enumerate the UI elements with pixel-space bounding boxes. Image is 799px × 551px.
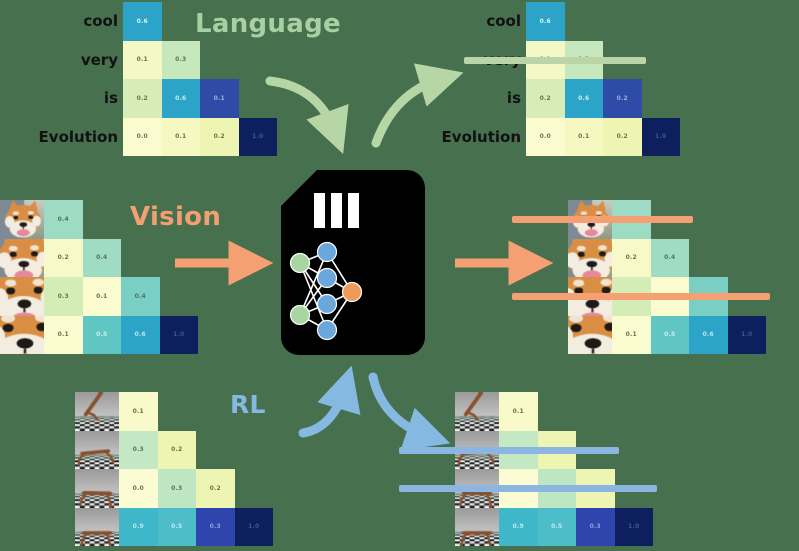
heatmap-cell: 0.2	[603, 79, 642, 118]
heatmap-cell: 0.6	[121, 315, 160, 354]
heatmap-cell: 0.5	[537, 507, 576, 546]
figure-canvas: Language Vision RL cool very is Evolution 0.…	[0, 0, 799, 551]
row-thumbnail-shiba-inu-zoom-4	[568, 315, 612, 354]
row-thumbnail-half-cheetah-frame-1	[455, 392, 499, 431]
heatmap-cell: 0.5	[82, 315, 121, 354]
heatmap-cell: 0.5	[157, 507, 196, 546]
strike-bar	[512, 293, 770, 301]
heatmap-cell: 0.1	[564, 117, 603, 156]
heatmap-cell: 1.0	[727, 315, 766, 354]
heatmap-cell: 0.1	[612, 315, 651, 354]
heatmap-cell: 0.0	[526, 117, 565, 156]
heatmap-cell: 0.2	[612, 238, 651, 277]
strike-bar	[464, 56, 646, 64]
nn-input-node	[289, 304, 311, 326]
chip-notch	[331, 193, 342, 228]
heatmap-cell: 0.9	[119, 507, 158, 546]
rl-in-arrow	[298, 365, 361, 438]
heatmap-cell: 0.3	[196, 507, 235, 546]
row-label-is: is	[506, 89, 521, 108]
section-title-rl: RL	[230, 390, 266, 419]
chip-notch	[348, 193, 359, 228]
heatmap-cell: 0.6	[564, 79, 603, 118]
row-thumbnail-shiba-inu-zoom-4	[0, 315, 44, 354]
row-thumbnail-half-cheetah-frame-3	[75, 469, 119, 508]
nn-input-node	[289, 252, 311, 274]
heatmap-cell: 1.0	[641, 117, 680, 156]
nn-output-node	[341, 281, 363, 303]
row-thumbnail-half-cheetah-frame-4	[75, 507, 119, 546]
heatmap-cell: 0.2	[526, 79, 565, 118]
row-thumbnail-shiba-inu-zoom-3	[0, 277, 44, 316]
heatmap-cell: 0.2	[196, 469, 235, 508]
heatmap-cell: 0.1	[82, 277, 121, 316]
heatmap-cell: 0.4	[44, 200, 83, 239]
heatmap-cell: 0.4	[82, 238, 121, 277]
heatmap-cell: 0.4	[121, 277, 160, 316]
neural-network-chip-icon	[281, 170, 425, 355]
nn-hidden-node	[316, 319, 338, 341]
heatmap-cell: 0.2	[157, 430, 196, 469]
row-thumbnail-shiba-inu-zoom-2	[0, 238, 44, 277]
heatmap-cell: 0.6	[526, 2, 565, 41]
heatmap-cell: 0.2	[603, 117, 642, 156]
row-thumbnail-shiba-inu-zoom-2	[568, 238, 612, 277]
row-thumbnail-shiba-inu-zoom-1	[0, 200, 44, 239]
nn-hidden-node	[316, 293, 338, 315]
heatmap-cell: 1.0	[159, 315, 198, 354]
heatmap-cell: 1.0	[614, 507, 653, 546]
heatmap-cell: 0.3	[576, 507, 615, 546]
strike-bar	[512, 216, 693, 224]
row-thumbnail-half-cheetah-frame-4	[455, 507, 499, 546]
nn-hidden-node	[316, 267, 338, 289]
row-label-very: very	[0, 51, 521, 69]
heatmap-cell: 0.3	[44, 277, 83, 316]
rl-out-arrow	[368, 372, 451, 451]
row-label-evolution: Evolution	[441, 127, 521, 146]
nn-hidden-node	[316, 241, 338, 263]
heatmap-cell: 0.1	[119, 392, 158, 431]
heatmap-cell: 1.0	[234, 507, 273, 546]
chip-svg	[281, 170, 425, 355]
strike-bar	[399, 485, 657, 493]
heatmap-cell: 0.6	[689, 315, 728, 354]
heatmap-cell: 0.5	[650, 315, 689, 354]
row-thumbnail-half-cheetah-frame-2	[75, 430, 119, 469]
heatmap-cell: 0.1	[44, 315, 83, 354]
heatmap-cell: 0.1	[499, 392, 538, 431]
row-label-cool: cool	[486, 12, 521, 31]
heatmap-cell: 0.4	[650, 238, 689, 277]
section-title-vision: Vision	[130, 202, 222, 232]
heatmap-cell: 0.2	[44, 238, 83, 277]
heatmap-cell: 0.3	[157, 469, 196, 508]
heatmap-cell: 0.0	[119, 469, 158, 508]
row-thumbnail-half-cheetah-frame-1	[75, 392, 119, 431]
heatmap-cell: 0.9	[499, 507, 538, 546]
strike-bar	[399, 446, 619, 454]
chip-notch	[314, 193, 325, 228]
heatmap-cell: 0.3	[119, 430, 158, 469]
